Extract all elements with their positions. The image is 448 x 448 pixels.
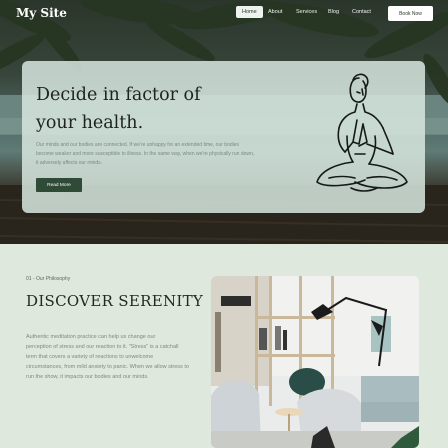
- hero-headline: Decide in factor of your health.: [36, 81, 256, 137]
- section-eyebrow: 01 - Our Philosophy: [26, 276, 71, 282]
- hero-description-line2: become weaker and more susceptible to il…: [36, 151, 255, 157]
- top-nav: My Site Home About Services Blog Contact…: [0, 0, 448, 30]
- nav-link-about[interactable]: About: [268, 9, 282, 15]
- hero-headline-line1: Decide in factor of: [36, 85, 201, 105]
- meditation-figure-icon: [316, 73, 408, 192]
- hero-description-line1: Our minds and our bodies are connected. …: [36, 142, 240, 148]
- section-description-line5: run the show, it impacts our bodies and …: [26, 374, 149, 380]
- read-more-button[interactable]: Read More: [36, 178, 82, 192]
- nav-link-contact[interactable]: Contact: [352, 9, 371, 15]
- hero-card: Decide in factor of your health. Our min…: [22, 61, 425, 213]
- book-now-button[interactable]: Book Now: [388, 6, 433, 21]
- site-logo[interactable]: My Site: [16, 6, 67, 20]
- interior-photo: [211, 276, 419, 448]
- hero-section: My Site Home About Services Blog Contact…: [0, 0, 448, 244]
- section-description-line2: perception of stress and our reaction to…: [26, 344, 179, 350]
- hero-headline-line2: your health.: [36, 113, 144, 133]
- hero-description-line3: it adversely affects our minds.: [36, 160, 103, 166]
- section-title: DISCOVER SERENITY: [26, 292, 204, 310]
- nav-link-blog[interactable]: Blog: [328, 9, 339, 15]
- nav-link-services[interactable]: Services: [296, 9, 317, 15]
- hero-description: Our minds and our bodies are connected. …: [36, 141, 292, 168]
- section-description-line1: Authentic meditation practice can help u…: [26, 334, 156, 340]
- section-description-line3: term that covers a variety of reactions …: [26, 354, 154, 360]
- section-description-line4: circumstances, from mild anxiety to pani…: [26, 364, 189, 370]
- nav-link-home[interactable]: Home: [236, 6, 263, 18]
- philosophy-section: 01 - Our Philosophy DISCOVER SERENITY Au…: [0, 244, 448, 448]
- section-description: Authentic meditation practice can help u…: [26, 332, 192, 382]
